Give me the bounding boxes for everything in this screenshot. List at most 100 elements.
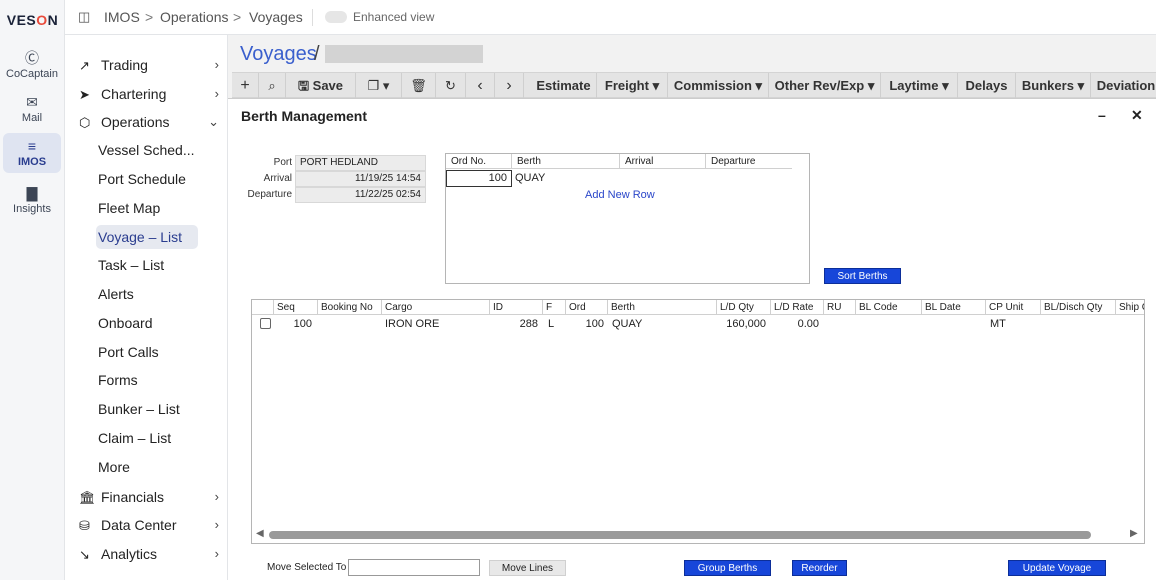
- row-select-checkbox[interactable]: [260, 318, 271, 329]
- menu-bunkers[interactable]: Bunkers ▾: [1016, 73, 1091, 98]
- cell-berth[interactable]: QUAY: [612, 318, 642, 330]
- berth-ord-input[interactable]: 100: [446, 170, 512, 187]
- menu-deviation[interactable]: Deviation: [1091, 73, 1156, 98]
- nav-trading[interactable]: ↗ Trading ›: [79, 52, 219, 78]
- reorder-button[interactable]: Reorder: [792, 560, 847, 576]
- menu-laytime-label: Laytime: [889, 78, 939, 93]
- nav-analytics[interactable]: ↘ Analytics ›: [79, 541, 219, 567]
- col-bl-code[interactable]: BL Code: [856, 300, 922, 315]
- veson-logo[interactable]: VESON: [0, 12, 65, 28]
- cell-ld-qty[interactable]: 160,000: [717, 318, 766, 330]
- col-booking-no[interactable]: Booking No: [318, 300, 382, 315]
- col-cargo[interactable]: Cargo: [382, 300, 490, 315]
- move-lines-button[interactable]: Move Lines: [489, 560, 566, 576]
- save-label: Save: [312, 78, 344, 93]
- col-ld-rate[interactable]: L/D Rate: [771, 300, 824, 315]
- col-arrival[interactable]: Arrival: [620, 154, 706, 169]
- col-cp-unit[interactable]: CP Unit: [986, 300, 1041, 315]
- rail-cocaptain[interactable]: Ⓒ CoCaptain: [3, 50, 61, 90]
- cell-cp-unit[interactable]: MT: [990, 318, 1006, 330]
- group-berths-button[interactable]: Group Berths: [684, 560, 771, 576]
- nav-chartering[interactable]: ➤ Chartering ›: [79, 81, 219, 107]
- breadcrumb-voyages[interactable]: Voyages: [249, 9, 303, 25]
- menu-commission[interactable]: Commission ▾: [668, 73, 769, 98]
- berth-name-cell[interactable]: QUAY: [515, 172, 545, 184]
- add-new-row-link[interactable]: Add New Row: [585, 189, 655, 201]
- nav-voyage-list[interactable]: Voyage – List: [96, 225, 198, 249]
- nav-data-center[interactable]: ⛁ Data Center ›: [79, 512, 219, 538]
- nav-data-center-label: Data Center: [101, 517, 177, 533]
- nav-task-list[interactable]: Task – List: [98, 253, 198, 277]
- nav-bunker-list[interactable]: Bunker – List: [98, 397, 198, 421]
- col-seq[interactable]: Seq: [274, 300, 318, 315]
- refresh-icon[interactable]: ↻: [436, 73, 466, 98]
- horizontal-scrollbar[interactable]: ◀ ▶: [252, 527, 1144, 543]
- col-ord[interactable]: Ord: [566, 300, 608, 315]
- update-voyage-button[interactable]: Update Voyage: [1008, 560, 1106, 576]
- col-bl-date[interactable]: BL Date: [922, 300, 986, 315]
- menu-delays[interactable]: Delays: [958, 73, 1016, 98]
- delete-icon[interactable]: 🗑: [402, 73, 436, 98]
- menu-other-rev-exp[interactable]: Other Rev/Exp ▾: [769, 73, 881, 98]
- col-departure[interactable]: Departure: [706, 154, 792, 169]
- breadcrumb-sep-2: >: [233, 9, 242, 25]
- sort-berths-button[interactable]: Sort Berths: [824, 268, 901, 284]
- cell-f[interactable]: L: [548, 318, 554, 330]
- nav-operations-label: Operations: [101, 114, 170, 130]
- nav-port-calls[interactable]: Port Calls: [98, 340, 198, 364]
- nav-fleet-map[interactable]: Fleet Map: [98, 196, 198, 220]
- page-title[interactable]: Voyages: [240, 43, 317, 66]
- nav-financials[interactable]: 🏛 Financials ›: [79, 484, 219, 510]
- rail-insights-label: Insights: [13, 203, 51, 215]
- insights-icon: ▇: [26, 185, 38, 201]
- col-ord-no[interactable]: Ord No.: [446, 154, 512, 169]
- col-ld-qty[interactable]: L/D Qty: [717, 300, 771, 315]
- nav-alerts[interactable]: Alerts: [98, 282, 198, 306]
- cell-ord[interactable]: 100: [566, 318, 604, 330]
- nav-operations[interactable]: ⬡ Operations ⌄: [79, 109, 219, 135]
- prev-icon[interactable]: ‹: [466, 73, 495, 98]
- col-bl-disch-qty[interactable]: BL/Disch Qty: [1041, 300, 1116, 315]
- col-ru[interactable]: RU: [824, 300, 856, 315]
- rail-imos[interactable]: ≡ IMOS: [3, 133, 61, 173]
- cell-ld-rate[interactable]: 0.00: [771, 318, 819, 330]
- close-icon[interactable]: ✕: [1131, 107, 1143, 124]
- breadcrumb-operations[interactable]: Operations: [160, 9, 228, 25]
- nav-onboard[interactable]: Onboard: [98, 311, 198, 335]
- scroll-left-icon[interactable]: ◀: [256, 528, 264, 539]
- caret-down-icon: ▾: [867, 78, 875, 93]
- menu-laytime[interactable]: Laytime ▾: [881, 73, 958, 98]
- move-selected-to-input[interactable]: [348, 559, 480, 576]
- col-select: [252, 300, 274, 315]
- enhanced-view-toggle[interactable]: [325, 11, 347, 23]
- nav-vessel-schedule[interactable]: Vessel Sched...: [98, 138, 198, 162]
- cell-seq[interactable]: 100: [274, 318, 312, 330]
- search-icon[interactable]: ⌕: [259, 73, 286, 98]
- sidebar-toggle-icon[interactable]: ◫: [78, 9, 90, 25]
- rail-insights[interactable]: ▇ Insights: [3, 185, 61, 225]
- col-berth[interactable]: Berth: [608, 300, 717, 315]
- nav-forms[interactable]: Forms: [98, 368, 198, 392]
- chevron-right-icon: ›: [214, 489, 219, 504]
- col-f[interactable]: F: [543, 300, 566, 315]
- nav-port-schedule[interactable]: Port Schedule: [98, 167, 198, 191]
- scrollbar-thumb[interactable]: [269, 531, 1091, 539]
- add-icon[interactable]: +: [232, 73, 259, 98]
- col-ship-c[interactable]: Ship C: [1116, 300, 1144, 315]
- cell-id[interactable]: 288: [490, 318, 538, 330]
- nav-claim-list[interactable]: Claim – List: [98, 426, 198, 450]
- col-berth[interactable]: Berth: [512, 154, 620, 169]
- rail-mail[interactable]: ✉ Mail: [3, 94, 61, 134]
- cell-cargo[interactable]: IRON ORE: [385, 318, 439, 330]
- save-button[interactable]: 🖫 Save: [286, 73, 356, 98]
- copy-menu-button[interactable]: ❐ ▾: [356, 73, 402, 98]
- menu-freight[interactable]: Freight ▾: [597, 73, 668, 98]
- nav-more[interactable]: More: [98, 455, 198, 479]
- col-id[interactable]: ID: [490, 300, 543, 315]
- minimize-icon[interactable]: –: [1098, 107, 1106, 123]
- port-value: PORT HEDLAND: [295, 155, 426, 171]
- next-icon[interactable]: ›: [495, 73, 524, 98]
- breadcrumb-imos[interactable]: IMOS: [104, 9, 140, 25]
- menu-estimate[interactable]: Estimate: [531, 73, 597, 98]
- scroll-right-icon[interactable]: ▶: [1130, 528, 1138, 539]
